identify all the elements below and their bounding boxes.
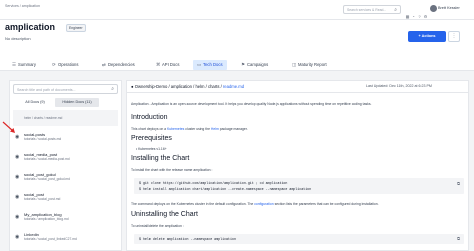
docs-search-placeholder: Search title and path of documents... [17, 88, 76, 92]
eye-off-icon[interactable]: ◉ [15, 214, 19, 220]
heading-installing: Installing the Chart [131, 155, 190, 162]
eye-off-icon[interactable]: ◉ [15, 174, 19, 180]
tab-label: API Docs [162, 62, 180, 67]
helm-link[interactable]: Helm [211, 127, 219, 131]
list-item[interactable]: ◉ My_amplication_blog tutorials / amplic… [13, 211, 118, 225]
text: section lists the parameters that can be… [273, 202, 379, 206]
copy-icon[interactable]: ⧉ [457, 181, 460, 186]
tab-label: Maturity Report [298, 62, 327, 67]
text: package manager. [218, 127, 248, 131]
top-bar [0, 0, 474, 20]
copy-icon[interactable]: ⧉ [457, 236, 460, 241]
heading-uninstalling: Uninstalling the Chart [131, 211, 198, 218]
code-block-uninstall: $ helm delete amplication --namespace am… [134, 234, 464, 244]
list-item[interactable]: ◉ social_media_post tutorials / social-m… [13, 151, 118, 165]
tab-summary[interactable]: ☰ Summary [8, 60, 40, 70]
configuration-link[interactable]: configuration [254, 202, 273, 206]
tab-all-docs[interactable]: All Docs (9) [15, 98, 55, 107]
heading-introduction: Introduction [131, 114, 168, 121]
tab-label: Dependencies [108, 62, 135, 67]
more-options-button[interactable]: ⋮ [448, 31, 460, 42]
intro-paragraph: This chart deploys on a Kubernetes clust… [131, 127, 248, 131]
tab-maturity-report[interactable]: ◫ Maturity Report [288, 60, 331, 70]
help-icon[interactable]: ? [417, 14, 422, 19]
tab-api-docs[interactable]: ⌘ API Docs [152, 60, 183, 70]
doc-intro: Amplication - Amplication is an open-sou… [131, 102, 372, 106]
tab-label: Campaigns [247, 62, 269, 67]
status-badge: Engineer [66, 24, 86, 32]
heading-prerequisites: Prerequisites [131, 135, 172, 142]
annotation-arrow-icon [2, 121, 15, 133]
tab-operations[interactable]: ⟳ Operations [48, 60, 82, 70]
text: The command deploys on the Kubernetes cl… [131, 202, 255, 206]
doc-path: tutorials / social_post_gokul.md [24, 177, 70, 181]
tab-tech-docs[interactable]: ▭ Tech Docs [193, 60, 227, 70]
docs-search-input[interactable]: Search title and path of documents... ⌕ [13, 84, 118, 94]
divider [126, 92, 469, 93]
list-item[interactable]: helm / charts / readme.md [13, 110, 118, 126]
github-icon: ● [131, 84, 134, 89]
avatar[interactable] [430, 5, 437, 12]
search-placeholder: Search services & Read... [347, 8, 387, 12]
doc-path: helm / charts / readme.md [24, 116, 63, 120]
grid-icon[interactable]: ▦ [405, 14, 410, 19]
tab-label: Operations [58, 62, 79, 67]
tab-label: Tech Docs [203, 62, 223, 67]
doc-path: tutorials / social-media-post.md [24, 157, 70, 161]
service-description: No description [5, 36, 31, 41]
eye-off-icon[interactable]: ◉ [15, 194, 19, 200]
doc-path-prefix: Ownership-Demo / amplication / helm / ch… [134, 84, 223, 89]
tab-campaigns[interactable]: ⚑ Campaigns [237, 60, 272, 70]
top-icons: ▦ ◔? ⚙ [405, 5, 429, 19]
tab-dependencies[interactable]: ⇄ Dependencies [98, 60, 139, 70]
actions-button[interactable]: + Actions [408, 31, 446, 42]
doc-path: tutorials / social_post.md [24, 197, 61, 201]
text: cluster using the [184, 127, 211, 131]
list-item[interactable]: ◉ social-posts tutorials / social-posts.… [13, 131, 118, 145]
text: This chart deploys on a [131, 127, 167, 131]
doc-path-header: ● Ownership-Demo / amplication / helm / … [131, 84, 244, 89]
prereq-item: • Kubernetes v1.16+ [136, 147, 167, 151]
doc-path: tutorials / social_post_linkedC27.md [24, 237, 77, 241]
user-name[interactable]: Brett Kessler [438, 6, 460, 10]
install-paragraph: To install the chart with the release na… [131, 168, 213, 172]
tab-hidden-docs[interactable]: Hidden Docs (11) [55, 98, 99, 107]
deploy-paragraph: The command deploys on the Kubernetes cl… [131, 202, 379, 206]
last-updated: Last Updated: Dec 11th, 2022 at 6:23 PM [366, 84, 432, 88]
list-item[interactable]: ◉ social_post tutorials / social_post.md [13, 191, 118, 205]
list-item[interactable]: ◉ Linkedin tutorials / social_post_linke… [13, 231, 118, 245]
bell-icon[interactable]: ◔ [411, 14, 416, 19]
global-search-input[interactable]: Search services & Read... ⌕ [343, 5, 401, 14]
code-block-install: $ git clone https://github.com/amplicati… [134, 178, 464, 194]
page-title: amplication [5, 22, 56, 32]
code-line: $ helm delete amplication --namespace am… [139, 237, 236, 241]
uninstall-paragraph: To uninstall/delete the amplication : [131, 224, 184, 228]
doc-path: tutorials / social-posts.md [24, 137, 62, 141]
eye-off-icon[interactable]: ◉ [15, 154, 19, 160]
doc-file-link[interactable]: readme.md [223, 84, 244, 89]
settings-icon[interactable]: ⚙ [423, 14, 428, 19]
list-item[interactable]: ◉ social_post_gokul tutorials / social_p… [13, 171, 118, 185]
tab-label: Summary [18, 62, 36, 67]
search-icon: ⌕ [394, 7, 397, 13]
doc-path: tutorials / amplication_blog.md [24, 217, 69, 221]
code-line: $ git clone https://github.com/amplicati… [139, 181, 288, 185]
breadcrumb[interactable]: Services / amplication [5, 4, 40, 8]
code-line: $ helm install amplication chart/amplica… [139, 187, 312, 191]
search-icon: ⌕ [111, 86, 114, 92]
actions-label: Actions [421, 34, 436, 38]
eye-off-icon[interactable]: ◉ [15, 234, 19, 240]
kubernetes-link[interactable]: Kubernetes [167, 127, 184, 131]
